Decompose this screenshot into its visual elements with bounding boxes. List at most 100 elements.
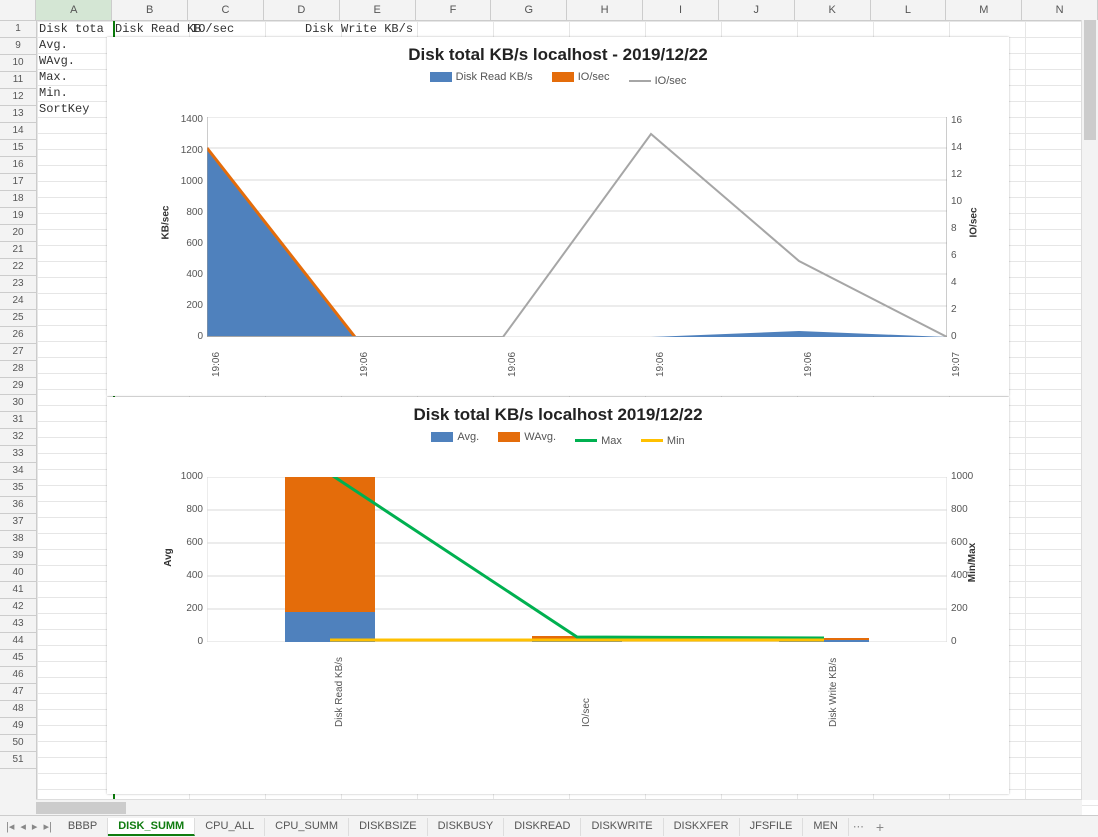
column-header-M[interactable]: M	[946, 0, 1022, 20]
row-header-44[interactable]: 44	[0, 633, 36, 650]
row-header-28[interactable]: 28	[0, 361, 36, 378]
sheet-tab-bbbp[interactable]: BBBP	[58, 818, 108, 836]
chart2-x-tick: IO/sec	[581, 698, 592, 727]
row-header-45[interactable]: 45	[0, 650, 36, 667]
sheet-tab-disk_summ[interactable]: DISK_SUMM	[108, 818, 195, 836]
sheet-tab-diskxfer[interactable]: DISKXFER	[664, 818, 740, 836]
sheet-tab-men[interactable]: MEN	[803, 818, 848, 836]
sheet-tab-diskread[interactable]: DISKREAD	[504, 818, 581, 836]
row-header-36[interactable]: 36	[0, 497, 36, 514]
row-header-24[interactable]: 24	[0, 293, 36, 310]
row-header-30[interactable]: 30	[0, 395, 36, 412]
sheet-tab-cpu_all[interactable]: CPU_ALL	[195, 818, 265, 836]
sheet-tab-diskbsize[interactable]: DISKBSIZE	[349, 818, 427, 836]
sheet-tab-jfsfile[interactable]: JFSFILE	[740, 818, 804, 836]
column-header-C[interactable]: C	[188, 0, 264, 20]
chart1-legend: Disk Read KB/s IO/sec IO/sec	[107, 71, 1009, 87]
row-header-37[interactable]: 37	[0, 514, 36, 531]
row-header-21[interactable]: 21	[0, 242, 36, 259]
sheet-area[interactable]: Disk tota Disk Read KB IO/sec Disk Write…	[37, 21, 1098, 817]
chart-disk-total-timeseries[interactable]: Disk total KB/s localhost - 2019/12/22 D…	[107, 37, 1009, 396]
row-header-46[interactable]: 46	[0, 667, 36, 684]
tab-nav-last-icon[interactable]: ▸|	[43, 820, 51, 833]
chart2-y1-tick: 1000	[167, 471, 203, 482]
row-header-31[interactable]: 31	[0, 412, 36, 429]
row-header-9[interactable]: 9	[0, 38, 36, 55]
row-header-32[interactable]: 32	[0, 429, 36, 446]
column-header-D[interactable]: D	[264, 0, 340, 20]
chart1-y2-tick: 16	[951, 115, 962, 126]
row-header-10[interactable]: 10	[0, 55, 36, 72]
row-header-43[interactable]: 43	[0, 616, 36, 633]
tab-nav-prev-icon[interactable]: ◂	[20, 820, 26, 833]
add-sheet-button[interactable]: +	[868, 819, 892, 835]
cell-a12[interactable]: Min.	[37, 85, 70, 101]
cell-a1[interactable]: Disk tota	[37, 21, 106, 37]
column-header-K[interactable]: K	[795, 0, 871, 20]
column-header-L[interactable]: L	[871, 0, 947, 20]
legend-swatch-orange	[552, 72, 574, 82]
select-all-corner[interactable]	[0, 0, 36, 20]
sheet-tab-diskwrite[interactable]: DISKWRITE	[581, 818, 663, 836]
row-header-47[interactable]: 47	[0, 684, 36, 701]
column-header-B[interactable]: B	[112, 0, 188, 20]
row-header-49[interactable]: 49	[0, 718, 36, 735]
row-header-1[interactable]: 1	[0, 21, 36, 38]
row-header-19[interactable]: 19	[0, 208, 36, 225]
row-header-15[interactable]: 15	[0, 140, 36, 157]
row-header-11[interactable]: 11	[0, 72, 36, 89]
row-header-50[interactable]: 50	[0, 735, 36, 752]
scrollbar-thumb[interactable]	[1084, 20, 1096, 140]
cell-c1[interactable]: IO/sec	[189, 21, 236, 37]
row-header-29[interactable]: 29	[0, 378, 36, 395]
cell-a13[interactable]: SortKey	[37, 101, 91, 117]
cell-a11[interactable]: Max.	[37, 69, 70, 85]
cell-d1[interactable]: Disk Write KB/s	[303, 21, 415, 37]
row-header-35[interactable]: 35	[0, 480, 36, 497]
row-header-51[interactable]: 51	[0, 752, 36, 769]
vertical-scrollbar[interactable]	[1081, 20, 1098, 800]
row-header-27[interactable]: 27	[0, 344, 36, 361]
row-header-12[interactable]: 12	[0, 89, 36, 106]
row-header-41[interactable]: 41	[0, 582, 36, 599]
column-header-F[interactable]: F	[416, 0, 492, 20]
column-header-A[interactable]: A	[36, 0, 112, 20]
horizontal-scrollbar[interactable]	[36, 799, 1082, 816]
row-header-13[interactable]: 13	[0, 106, 36, 123]
chart-disk-total-summary[interactable]: Disk total KB/s localhost 2019/12/22 Avg…	[107, 397, 1009, 794]
row-header-14[interactable]: 14	[0, 123, 36, 140]
row-header-18[interactable]: 18	[0, 191, 36, 208]
row-header-38[interactable]: 38	[0, 531, 36, 548]
chart2-y2-tick: 1000	[951, 471, 973, 482]
column-header-J[interactable]: J	[719, 0, 795, 20]
sheet-tab-diskbusy[interactable]: DISKBUSY	[428, 818, 505, 836]
sheet-tab-cpu_summ[interactable]: CPU_SUMM	[265, 818, 349, 836]
scrollbar-thumb[interactable]	[36, 802, 126, 814]
chart2-y1-tick: 200	[167, 603, 203, 614]
tab-nav-first-icon[interactable]: |◂	[6, 820, 14, 833]
row-header-17[interactable]: 17	[0, 174, 36, 191]
row-header-40[interactable]: 40	[0, 565, 36, 582]
row-header-34[interactable]: 34	[0, 463, 36, 480]
row-header-23[interactable]: 23	[0, 276, 36, 293]
column-header-N[interactable]: N	[1022, 0, 1098, 20]
cell-a9[interactable]: Avg.	[37, 37, 70, 53]
row-header-20[interactable]: 20	[0, 225, 36, 242]
tabs-overflow-icon[interactable]: ⋯	[849, 820, 868, 833]
column-header-H[interactable]: H	[567, 0, 643, 20]
row-header-25[interactable]: 25	[0, 310, 36, 327]
tab-nav-next-icon[interactable]: ▸	[32, 820, 38, 833]
row-header-26[interactable]: 26	[0, 327, 36, 344]
row-header-33[interactable]: 33	[0, 446, 36, 463]
cell-a10[interactable]: WAvg.	[37, 53, 77, 69]
row-header-39[interactable]: 39	[0, 548, 36, 565]
row-header-16[interactable]: 16	[0, 157, 36, 174]
column-header-E[interactable]: E	[340, 0, 416, 20]
row-header-42[interactable]: 42	[0, 599, 36, 616]
column-header-G[interactable]: G	[491, 0, 567, 20]
row-header-22[interactable]: 22	[0, 259, 36, 276]
legend-label: Max	[601, 435, 622, 447]
chart1-y2-tick: 0	[951, 331, 957, 342]
column-header-I[interactable]: I	[643, 0, 719, 20]
row-header-48[interactable]: 48	[0, 701, 36, 718]
